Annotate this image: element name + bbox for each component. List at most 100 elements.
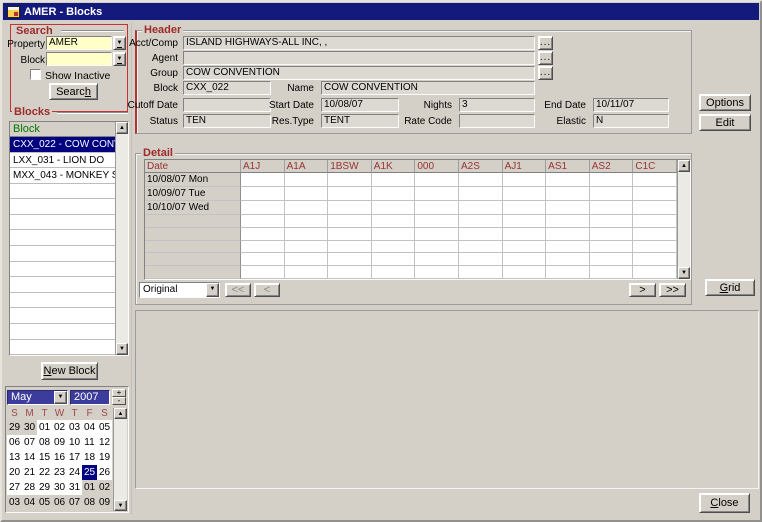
data-cell[interactable] xyxy=(590,228,634,241)
nav-prev-button[interactable]: < xyxy=(254,283,280,297)
data-cell[interactable] xyxy=(590,266,634,279)
list-item[interactable] xyxy=(10,215,115,231)
search-button[interactable]: Search xyxy=(49,83,98,100)
calendar-day[interactable]: 04 xyxy=(82,420,97,435)
data-cell[interactable] xyxy=(415,215,459,228)
calendar-day[interactable]: 11 xyxy=(82,435,97,450)
data-cell[interactable] xyxy=(503,241,547,254)
scroll-down-button[interactable]: ▼ xyxy=(678,267,690,279)
agent-lov-button[interactable]: ... xyxy=(538,51,553,65)
calendar-day[interactable]: 09 xyxy=(52,435,67,450)
start-date-field[interactable]: 10/08/07 xyxy=(321,98,399,112)
calendar-day[interactable]: 29 xyxy=(37,480,52,495)
data-cell[interactable] xyxy=(546,201,590,215)
data-cell[interactable] xyxy=(590,201,634,215)
calendar-day[interactable]: 15 xyxy=(37,450,52,465)
grid-button[interactable]: Grid xyxy=(705,279,755,296)
view-select-dropdown-button[interactable]: ▼ xyxy=(206,283,219,297)
data-cell[interactable] xyxy=(372,201,416,215)
data-cell[interactable] xyxy=(328,228,372,241)
calendar-day[interactable]: 24 xyxy=(67,465,82,480)
data-cell[interactable] xyxy=(285,187,329,201)
calendar-day[interactable]: 04 xyxy=(22,495,37,510)
data-cell[interactable] xyxy=(328,173,372,187)
agent-field[interactable] xyxy=(183,51,535,65)
calendar-day[interactable]: 26 xyxy=(97,465,112,480)
calendar-day[interactable]: 08 xyxy=(37,435,52,450)
spin-down-button[interactable]: - xyxy=(112,397,126,405)
calendar-day[interactable]: 09 xyxy=(97,495,112,510)
data-cell[interactable] xyxy=(503,215,547,228)
calendar-day[interactable]: 29 xyxy=(7,420,22,435)
list-item[interactable] xyxy=(10,184,115,200)
data-cell[interactable] xyxy=(285,241,329,254)
list-item[interactable] xyxy=(10,230,115,246)
data-cell[interactable] xyxy=(241,241,285,254)
data-cell[interactable] xyxy=(633,173,677,187)
data-cell[interactable] xyxy=(415,266,459,279)
data-cell[interactable] xyxy=(285,228,329,241)
data-cell[interactable] xyxy=(372,241,416,254)
data-cell[interactable] xyxy=(503,266,547,279)
nights-field[interactable]: 3 xyxy=(459,98,535,112)
rate-code-field[interactable] xyxy=(459,114,535,128)
list-item[interactable] xyxy=(10,246,115,262)
data-cell[interactable] xyxy=(459,241,503,254)
calendar-day[interactable]: 02 xyxy=(52,420,67,435)
calendar-day[interactable]: 20 xyxy=(7,465,22,480)
calendar-day[interactable]: 30 xyxy=(22,420,37,435)
data-cell[interactable] xyxy=(633,187,677,201)
data-cell[interactable] xyxy=(415,173,459,187)
property-lov-button[interactable]: ▼ xyxy=(113,36,126,50)
data-cell[interactable] xyxy=(328,187,372,201)
group-lov-button[interactable]: ... xyxy=(538,66,553,80)
calendar-day[interactable]: 27 xyxy=(7,480,22,495)
list-item[interactable]: MXX_043 - MONKEY SEE xyxy=(10,168,115,184)
data-cell[interactable] xyxy=(372,187,416,201)
scroll-up-button[interactable]: ▲ xyxy=(114,408,127,419)
data-cell[interactable] xyxy=(503,228,547,241)
data-cell[interactable] xyxy=(546,173,590,187)
calendar-day[interactable]: 07 xyxy=(22,435,37,450)
data-cell[interactable] xyxy=(633,266,677,279)
data-cell[interactable] xyxy=(415,187,459,201)
close-button[interactable]: Close xyxy=(699,493,750,513)
list-item[interactable] xyxy=(10,262,115,278)
data-cell[interactable] xyxy=(285,253,329,266)
data-cell[interactable] xyxy=(328,266,372,279)
data-cell[interactable] xyxy=(328,201,372,215)
data-cell[interactable] xyxy=(415,241,459,254)
data-cell[interactable] xyxy=(328,253,372,266)
block-lov-button[interactable]: ▼ xyxy=(113,52,126,66)
calendar-day[interactable]: 23 xyxy=(52,465,67,480)
data-cell[interactable] xyxy=(285,215,329,228)
end-date-field[interactable]: 10/11/07 xyxy=(593,98,669,112)
list-item[interactable] xyxy=(10,199,115,215)
data-cell[interactable] xyxy=(459,173,503,187)
data-cell[interactable] xyxy=(415,253,459,266)
scroll-up-button[interactable]: ▲ xyxy=(678,160,690,172)
nav-next-button[interactable]: > xyxy=(629,283,656,297)
data-cell[interactable] xyxy=(285,201,329,215)
calendar-day[interactable]: 13 xyxy=(7,450,22,465)
data-cell[interactable] xyxy=(328,241,372,254)
name-field[interactable]: COW CONVENTION xyxy=(321,81,535,95)
data-cell[interactable] xyxy=(241,253,285,266)
calendar-day[interactable]: 07 xyxy=(67,495,82,510)
calendar-day[interactable]: 21 xyxy=(22,465,37,480)
data-cell[interactable] xyxy=(459,215,503,228)
data-cell[interactable] xyxy=(633,201,677,215)
data-cell[interactable] xyxy=(459,187,503,201)
data-cell[interactable] xyxy=(372,228,416,241)
list-item[interactable] xyxy=(10,293,115,309)
list-item[interactable] xyxy=(10,308,115,324)
detail-scrollbar[interactable]: ▲ ▼ xyxy=(677,160,690,279)
block-input[interactable] xyxy=(46,52,112,66)
data-cell[interactable] xyxy=(372,266,416,279)
data-cell[interactable] xyxy=(241,266,285,279)
view-select[interactable]: Original ▼ xyxy=(139,282,220,298)
options-button[interactable]: Options xyxy=(699,94,751,111)
calendar-day[interactable]: 16 xyxy=(52,450,67,465)
calendar-day[interactable]: 01 xyxy=(82,480,97,495)
data-cell[interactable] xyxy=(590,253,634,266)
